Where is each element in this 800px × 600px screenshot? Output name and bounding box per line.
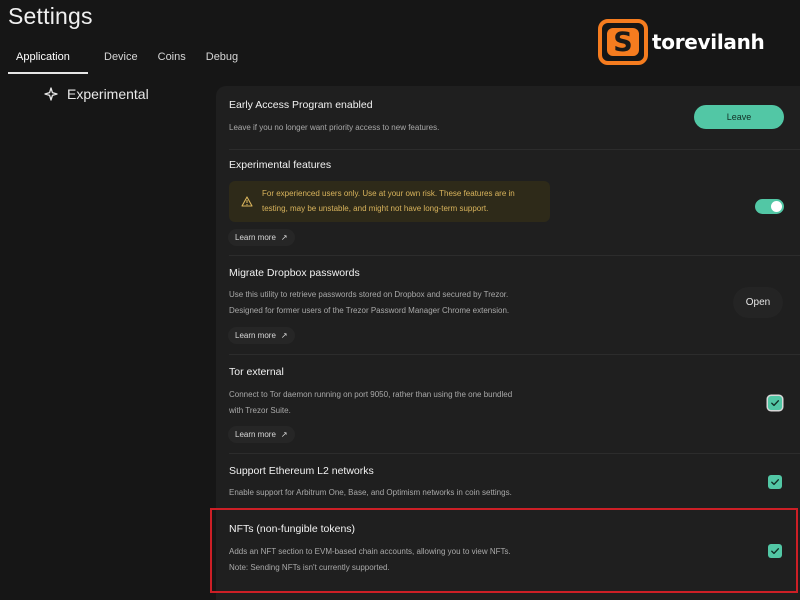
early-access-description: Leave if you no longer want priority acc… bbox=[229, 123, 440, 132]
description-line: Connect to Tor daemon running on port 90… bbox=[229, 390, 513, 399]
learn-more-label: Learn more bbox=[235, 233, 276, 242]
tor-external-row: Tor external Connect to Tor daemon runni… bbox=[216, 354, 800, 453]
checkmark-icon bbox=[771, 479, 779, 486]
warning-icon bbox=[241, 196, 253, 207]
sidebar-item-experimental[interactable]: Experimental bbox=[44, 86, 149, 102]
checkmark-icon bbox=[771, 548, 779, 555]
learn-more-link[interactable]: Learn more ↗ bbox=[228, 229, 295, 246]
ethereum-l2-row: Support Ethereum L2 networks Enable supp… bbox=[216, 453, 800, 507]
learn-more-link[interactable]: Learn more ↗ bbox=[228, 426, 295, 443]
tor-external-title: Tor external bbox=[229, 366, 284, 378]
early-access-title: Early Access Program enabled bbox=[229, 99, 373, 111]
description-line: Designed for former users of the Trezor … bbox=[229, 306, 510, 315]
migrate-dropbox-row: Migrate Dropbox passwords Use this utili… bbox=[216, 255, 800, 354]
warning-line: For experienced users only. Use at your … bbox=[262, 189, 515, 198]
migrate-dropbox-description: Use this utility to retrieve passwords s… bbox=[229, 287, 509, 319]
tor-external-checkbox[interactable] bbox=[768, 396, 782, 410]
watermark-letter: S bbox=[613, 27, 632, 58]
tab-application[interactable]: Application bbox=[8, 44, 88, 74]
migrate-dropbox-title: Migrate Dropbox passwords bbox=[229, 267, 360, 279]
warning-line: testing, may be unstable, and might not … bbox=[262, 204, 489, 213]
settings-panel: Early Access Program enabled Leave if yo… bbox=[216, 86, 800, 600]
ethereum-l2-checkbox[interactable] bbox=[768, 475, 782, 489]
learn-more-label: Learn more bbox=[235, 430, 276, 439]
warning-text: For experienced users only. Use at your … bbox=[262, 186, 544, 216]
external-link-icon: ↗ bbox=[280, 233, 288, 242]
learn-more-label: Learn more bbox=[235, 331, 276, 340]
tab-device[interactable]: Device bbox=[96, 44, 146, 74]
tab-coins[interactable]: Coins bbox=[150, 44, 194, 74]
experimental-features-title: Experimental features bbox=[229, 159, 332, 171]
open-button[interactable]: Open bbox=[733, 287, 783, 318]
ethereum-l2-description: Enable support for Arbitrum One, Base, a… bbox=[229, 488, 512, 497]
experimental-features-toggle[interactable] bbox=[755, 199, 784, 214]
description-line: Use this utility to retrieve passwords s… bbox=[229, 290, 509, 299]
sidebar-item-label: Experimental bbox=[67, 86, 149, 102]
nfts-title: NFTs (non-fungible tokens) bbox=[229, 523, 356, 535]
checkmark-icon bbox=[771, 400, 779, 407]
external-link-icon: ↗ bbox=[280, 331, 288, 340]
nfts-row: NFTs (non-fungible tokens) Adds an NFT s… bbox=[216, 512, 800, 592]
watermark-s-icon: S bbox=[598, 19, 648, 65]
description-line: with Trezor Suite. bbox=[229, 406, 291, 415]
warning-banner: For experienced users only. Use at your … bbox=[229, 181, 550, 222]
experimental-features-row: Experimental features For experienced us… bbox=[216, 149, 800, 255]
external-link-icon: ↗ bbox=[280, 430, 288, 439]
leave-button[interactable]: Leave bbox=[694, 105, 784, 129]
tab-debug[interactable]: Debug bbox=[198, 44, 246, 74]
learn-more-link[interactable]: Learn more ↗ bbox=[228, 327, 295, 344]
tab-bar: Application Device Coins Debug bbox=[8, 44, 246, 74]
nfts-description: Adds an NFT section to EVM-based chain a… bbox=[229, 544, 511, 576]
toggle-knob bbox=[771, 201, 782, 212]
watermark-text: torevilanh bbox=[652, 30, 765, 54]
tor-external-description: Connect to Tor daemon running on port 90… bbox=[229, 387, 512, 419]
description-line: Note: Sending NFTs isn't currently suppo… bbox=[229, 563, 390, 572]
experimental-star-icon bbox=[44, 87, 58, 101]
ethereum-l2-title: Support Ethereum L2 networks bbox=[229, 465, 374, 477]
description-line: Adds an NFT section to EVM-based chain a… bbox=[229, 547, 511, 556]
nfts-checkbox[interactable] bbox=[768, 544, 782, 558]
watermark-logo: S torevilanh bbox=[598, 19, 765, 65]
page-title: Settings bbox=[8, 3, 93, 29]
early-access-row: Early Access Program enabled Leave if yo… bbox=[216, 86, 800, 149]
